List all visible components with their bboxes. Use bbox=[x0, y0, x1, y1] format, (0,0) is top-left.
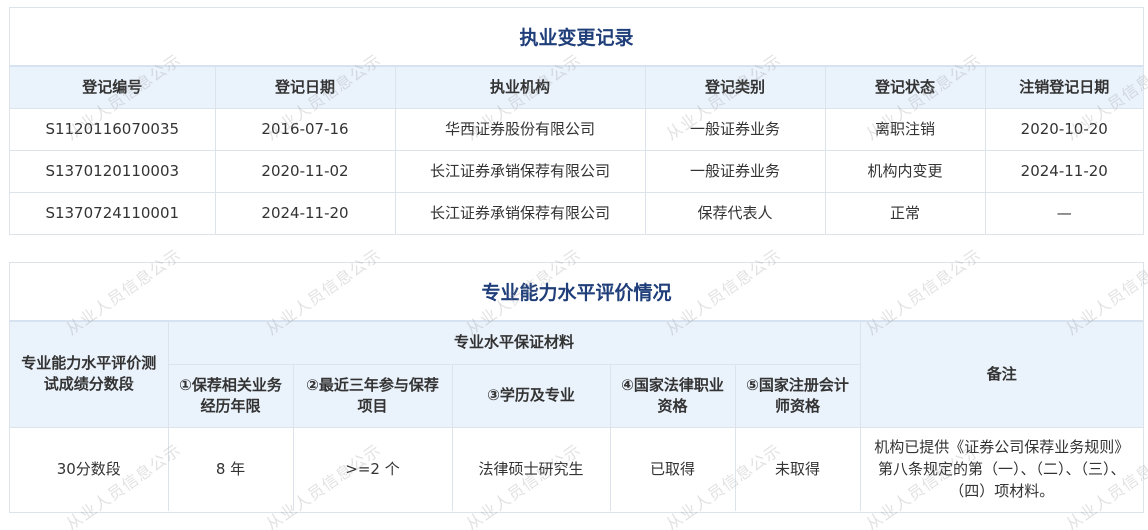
cell-registration-status: 离职注销 bbox=[824, 108, 986, 151]
col-header-deregistration-date: 注销登记日期 bbox=[984, 67, 1143, 109]
professional-ability-panel: 专业能力水平评价情况 专业能力水平评价测试成绩分数段 专业水平保证材料 备注 ①… bbox=[9, 262, 1144, 513]
cell-education: 法律硕士研究生 bbox=[451, 427, 611, 511]
cell-remark: 机构已提供《证券公司保荐业务规则》第八条规定的第（一）、（二）、（三）、（四）项… bbox=[859, 427, 1144, 511]
cell-score-range: 30分数段 bbox=[10, 427, 169, 511]
cell-law-qualification: 已取得 bbox=[609, 427, 736, 511]
table-row: S1370724110001 2024-11-20 长江证券承销保荐有限公司 保… bbox=[10, 191, 1143, 234]
col-header-registration-status: 登记状态 bbox=[824, 67, 986, 109]
col-header-law-qualification: ④国家法律职业资格 bbox=[609, 363, 736, 428]
table-row: S1370120110003 2020-11-02 长江证券承销保荐有限公司 一… bbox=[10, 149, 1143, 193]
cell-registration-status: 正常 bbox=[824, 191, 986, 234]
registration-change-records-panel: 执业变更记录 登记编号 登记日期 执业机构 登记类别 登记状态 注销登记日期 S… bbox=[9, 7, 1144, 235]
cell-registration-date: 2024-11-20 bbox=[214, 191, 396, 234]
ability-header-row: 专业能力水平评价测试成绩分数段 专业水平保证材料 备注 bbox=[10, 322, 1144, 428]
ability-title: 专业能力水平评价情况 bbox=[10, 263, 1143, 322]
cell-registration-number: S1370724110001 bbox=[10, 191, 216, 234]
cell-registration-number: S1370120110003 bbox=[10, 149, 216, 193]
col-header-registration-category: 登记类别 bbox=[644, 67, 826, 109]
page: 执业变更记录 登记编号 登记日期 执业机构 登记类别 登记状态 注销登记日期 S… bbox=[0, 0, 1148, 530]
records-table: 登记编号 登记日期 执业机构 登记类别 登记状态 注销登记日期 S1120116… bbox=[10, 67, 1143, 234]
col-header-sponsor-years: ①保荐相关业务经历年限 bbox=[168, 363, 294, 428]
cell-registration-category: 一般证券业务 bbox=[644, 108, 826, 151]
col-header-remark: 备注 bbox=[859, 322, 1144, 428]
cell-cpa-qualification: 未取得 bbox=[734, 427, 861, 511]
cell-institution: 长江证券承销保荐有限公司 bbox=[394, 191, 646, 234]
col-header-education: ③学历及专业 bbox=[451, 363, 611, 428]
col-header-registration-number: 登记编号 bbox=[10, 67, 216, 109]
table-row: 30分数段 8 年 >=2 个 法律硕士研究生 已取得 未取得 机构已提供《证券… bbox=[10, 427, 1144, 511]
col-header-registration-date: 登记日期 bbox=[214, 67, 396, 109]
cell-registration-category: 一般证券业务 bbox=[644, 149, 826, 193]
cell-institution: 长江证券承销保荐有限公司 bbox=[394, 149, 646, 193]
records-title: 执业变更记录 bbox=[10, 8, 1143, 67]
col-header-cpa-qualification: ⑤国家注册会计师资格 bbox=[734, 363, 861, 428]
col-header-recent-projects: ②最近三年参与保荐项目 bbox=[292, 363, 453, 428]
ability-table: 专业能力水平评价测试成绩分数段 专业水平保证材料 备注 ①保荐相关业务经历年限 … bbox=[10, 322, 1144, 511]
col-header-score-range: 专业能力水平评价测试成绩分数段 bbox=[10, 322, 169, 428]
cell-sponsor-years: 8 年 bbox=[167, 427, 294, 511]
table-row: S1120116070035 2016-07-16 华西证券股份有限公司 一般证… bbox=[10, 108, 1143, 151]
cell-deregistration-date: — bbox=[984, 191, 1143, 234]
cell-institution: 华西证券股份有限公司 bbox=[394, 108, 646, 151]
col-header-materials-group: 专业水平保证材料 bbox=[167, 322, 861, 365]
cell-deregistration-date: 2020-10-20 bbox=[984, 108, 1143, 151]
col-header-institution: 执业机构 bbox=[394, 67, 646, 109]
cell-registration-category: 保荐代表人 bbox=[644, 191, 826, 234]
cell-registration-status: 机构内变更 bbox=[824, 149, 986, 193]
cell-registration-date: 2016-07-16 bbox=[214, 108, 396, 151]
cell-deregistration-date: 2024-11-20 bbox=[984, 149, 1143, 193]
cell-registration-number: S1120116070035 bbox=[10, 108, 216, 151]
cell-recent-projects: >=2 个 bbox=[292, 427, 453, 511]
records-header-row: 登记编号 登记日期 执业机构 登记类别 登记状态 注销登记日期 bbox=[10, 67, 1143, 109]
cell-registration-date: 2020-11-02 bbox=[214, 149, 396, 193]
